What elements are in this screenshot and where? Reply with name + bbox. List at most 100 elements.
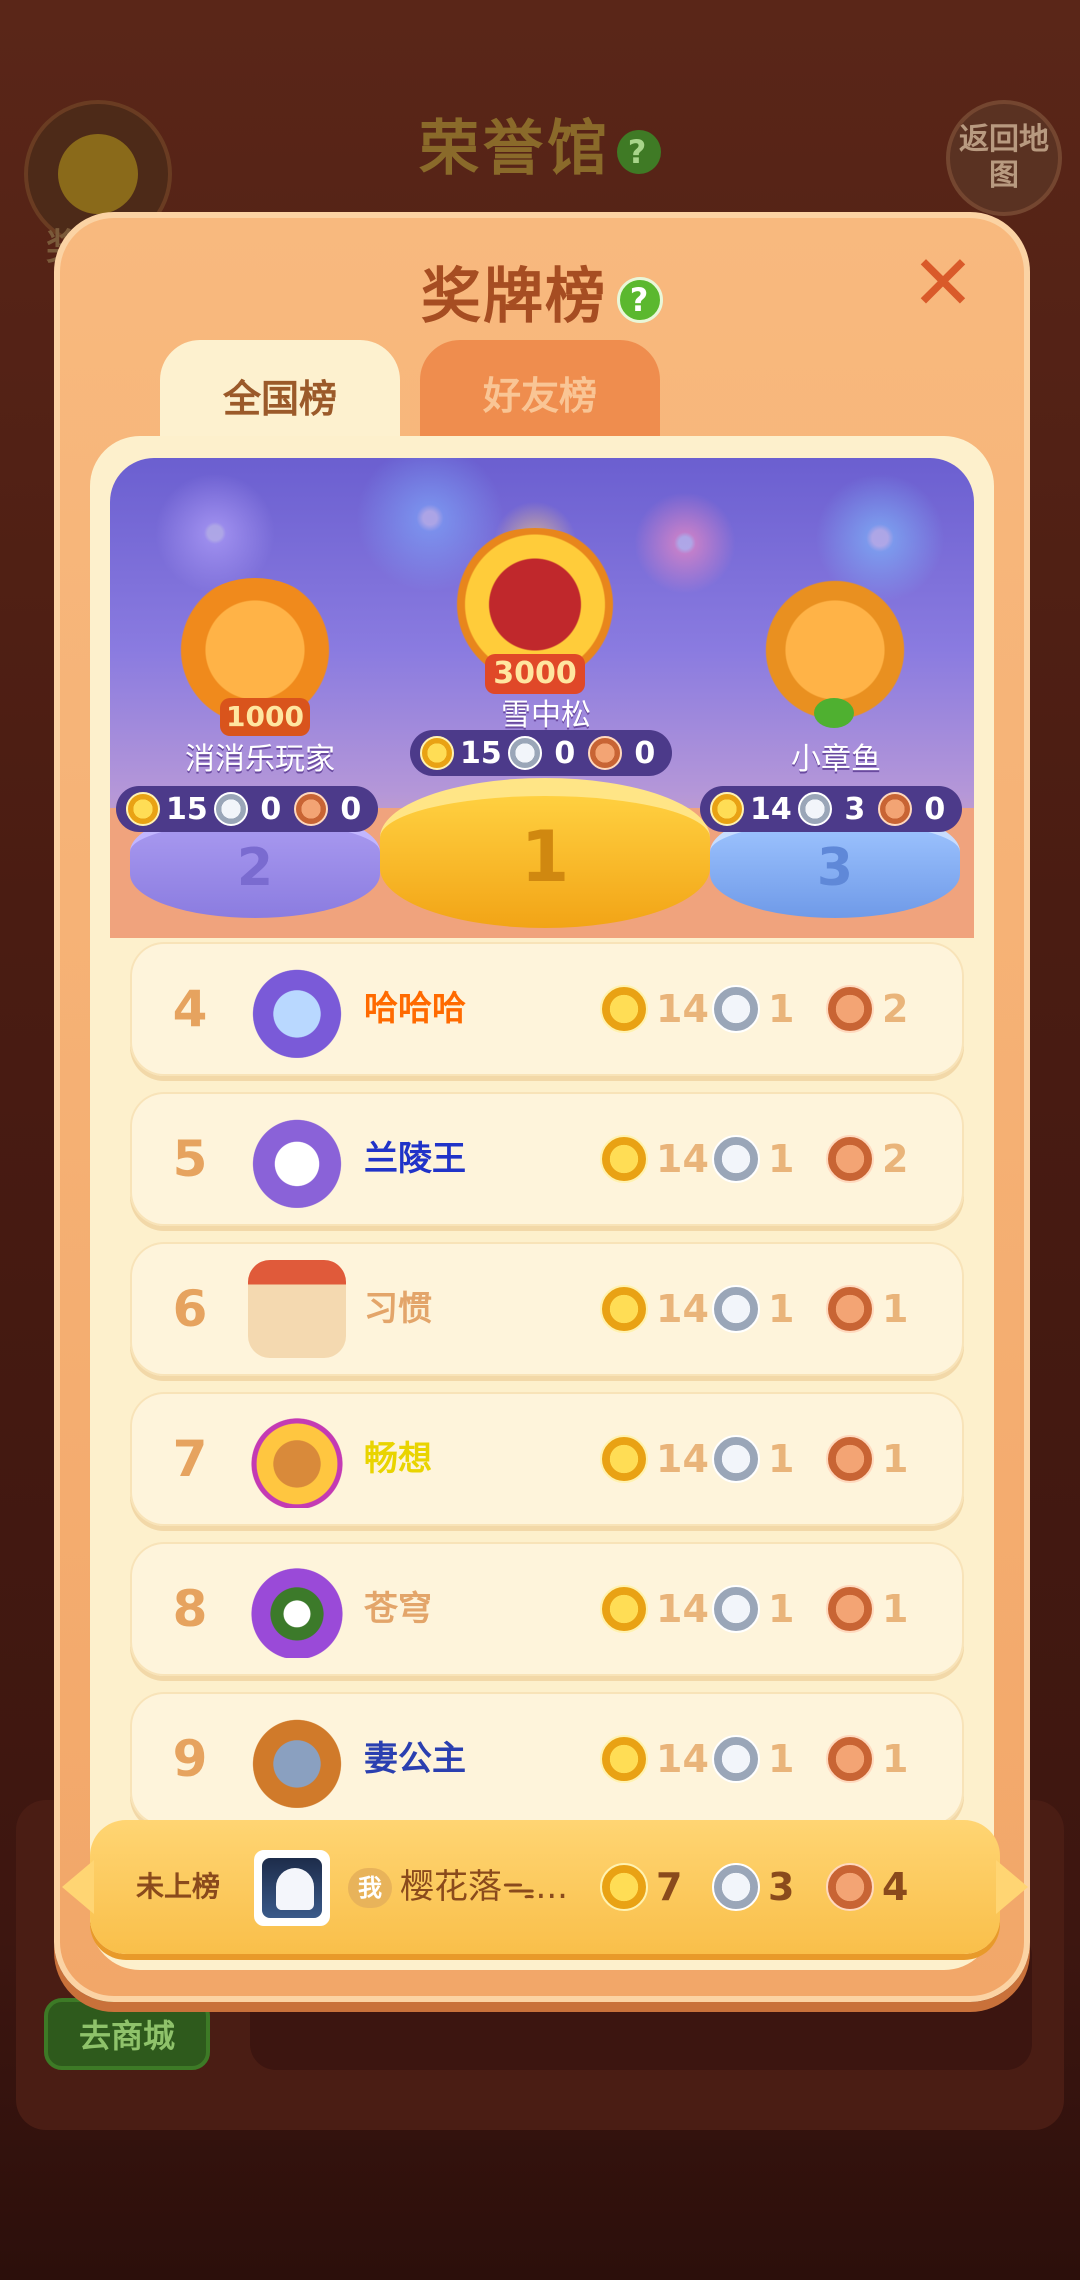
bronze-count: 1 (882, 1437, 909, 1481)
player-name: 畅想 (364, 1439, 432, 1479)
rank-number: 5 (172, 1130, 208, 1188)
silver-medal-icon (712, 1735, 760, 1783)
player-avatar[interactable] (248, 1260, 346, 1358)
close-button[interactable]: ✕ (908, 245, 978, 321)
avatar-rank-3[interactable] (750, 578, 920, 738)
silver-medal-icon (507, 736, 542, 770)
player-name: 兰陵王 (364, 1139, 466, 1179)
go-to-shop-button[interactable]: 去商城 (44, 1998, 210, 2070)
bronze-medal-icon (826, 985, 874, 1033)
bronze-medal-icon (587, 736, 622, 770)
gold-count: 7 (656, 1865, 683, 1909)
pedestal-rank-3: 3 (816, 838, 854, 898)
gold-count: 14 (656, 1287, 709, 1331)
gold-medal-icon (420, 736, 454, 770)
sprout-icon (814, 698, 854, 728)
gold-count: 14 (656, 1587, 709, 1631)
medal-summary-rank-3: 14 3 0 (700, 786, 962, 832)
silver-medal-icon (213, 792, 248, 826)
silver-count: 1 (768, 987, 795, 1031)
silver-medal-icon (712, 985, 760, 1033)
firework-decoration (630, 488, 740, 598)
player-avatar[interactable] (248, 960, 346, 1058)
rank-row[interactable]: 4 哈哈哈 14 1 2 (130, 942, 964, 1076)
medal-counts: 14 1 2 (600, 942, 940, 1076)
bronze-count: 2 (882, 987, 909, 1031)
rank-number: 7 (172, 1430, 208, 1488)
player-name: 苍穹 (364, 1589, 432, 1629)
gold-count: 14 (656, 1737, 709, 1781)
podium-stage: 2 1 3 1000 消消乐玩家 15 0 0 3000 雪中松 15 0 0 … (110, 458, 974, 938)
avatar-rank-1[interactable]: 3000 (440, 528, 630, 698)
player-avatar[interactable] (248, 1560, 346, 1658)
silver-medal-icon (712, 1863, 760, 1911)
bronze-medal-icon (877, 792, 912, 826)
rank-number: 4 (172, 980, 208, 1038)
bronze-medal-icon (826, 1585, 874, 1633)
silver-count: 3 (768, 1865, 795, 1909)
player-name: 妻公主 (364, 1739, 466, 1779)
avatar-rank-2[interactable]: 1000 (170, 578, 340, 738)
silver-medal-icon (712, 1435, 760, 1483)
avatar-frame-badge: 3000 (485, 654, 585, 694)
back-to-map-button[interactable]: 返回地图 (946, 100, 1062, 216)
gold-medal-icon (600, 1863, 648, 1911)
medal-summary-rank-1: 15 0 0 (410, 730, 672, 776)
rank-row[interactable]: 6 习惯 14 1 1 (130, 1242, 964, 1376)
modal-title-text: 奖牌榜 (421, 262, 607, 332)
rank-number: 8 (172, 1580, 208, 1638)
gold-medal-icon (710, 792, 744, 826)
bronze-medal-icon (293, 792, 328, 826)
me-tag: 我 (348, 1868, 392, 1908)
rank-row[interactable]: 9 妻公主 14 1 1 (130, 1692, 964, 1826)
silver-count: 1 (768, 1737, 795, 1781)
pedestal-rank-1: 1 (520, 816, 570, 898)
medal-counts: 14 1 1 (600, 1692, 940, 1826)
silver-count: 3 (844, 791, 866, 827)
modal-title: 奖牌榜? (60, 248, 1024, 335)
silver-medal-icon (712, 1285, 760, 1333)
player-name: 习惯 (364, 1289, 432, 1329)
player-name-rank-2: 消消乐玩家 (185, 742, 335, 777)
bronze-medal-icon (826, 1135, 874, 1183)
bronze-count: 1 (882, 1587, 909, 1631)
silver-medal-icon (712, 1585, 760, 1633)
gold-medal-icon (600, 1135, 648, 1183)
background-help-icon[interactable]: ? (617, 130, 661, 175)
tab-national[interactable]: 全国榜 (160, 340, 400, 450)
medal-counts: 14 1 1 (600, 1392, 940, 1526)
pedestal-rank-2: 2 (236, 838, 274, 898)
bronze-count: 0 (634, 735, 656, 771)
silver-count: 1 (768, 1437, 795, 1481)
bronze-medal-icon (826, 1735, 874, 1783)
gold-count: 15 (166, 791, 208, 827)
player-avatar[interactable] (248, 1710, 346, 1808)
gold-medal-icon (600, 1585, 648, 1633)
player-avatar[interactable] (248, 1110, 346, 1208)
bronze-medal-icon (826, 1863, 874, 1911)
bronze-count: 1 (882, 1287, 909, 1331)
rank-row[interactable]: 8 苍穹 14 1 1 (130, 1542, 964, 1676)
medal-summary-rank-2: 15 0 0 (116, 786, 378, 832)
my-rank-row[interactable]: 未上榜 我 樱花落ᯓ... 7 3 4 (62, 1820, 1028, 1954)
gold-count: 14 (750, 791, 792, 827)
my-avatar[interactable] (254, 1850, 330, 1926)
rank-row[interactable]: 7 畅想 14 1 1 (130, 1392, 964, 1526)
player-name: 哈哈哈 (364, 989, 466, 1029)
bronze-count: 0 (340, 791, 362, 827)
gold-medal-icon (600, 985, 648, 1033)
gold-count: 14 (656, 1137, 709, 1181)
rank-number: 9 (172, 1730, 208, 1788)
tab-friends[interactable]: 好友榜 (420, 340, 660, 444)
gold-medal-icon (600, 1435, 648, 1483)
avatar-frame-badge: 1000 (220, 698, 310, 736)
gold-medal-icon (600, 1285, 648, 1333)
gold-count: 15 (460, 735, 502, 771)
help-icon[interactable]: ? (617, 277, 663, 324)
silver-count: 1 (768, 1287, 795, 1331)
gold-count: 14 (656, 987, 709, 1031)
rank-row[interactable]: 5 兰陵王 14 1 2 (130, 1092, 964, 1226)
bronze-count: 1 (882, 1737, 909, 1781)
player-avatar[interactable] (248, 1410, 346, 1508)
medal-counts: 14 1 1 (600, 1242, 940, 1376)
